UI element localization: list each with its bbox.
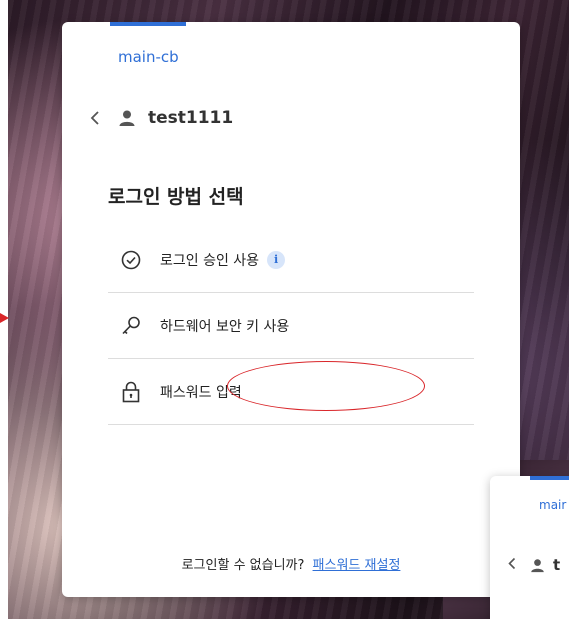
option-login-approval[interactable]: 로그인 승인 사용 i <box>108 227 474 293</box>
footer-text: 로그인할 수 없습니까? <box>181 558 305 573</box>
annotation-arrow-tip <box>0 313 9 323</box>
tenant-name: main-cb <box>118 48 179 66</box>
user-icon <box>531 558 544 572</box>
key-icon <box>120 315 142 337</box>
lock-icon <box>120 381 142 403</box>
option-label: 패스워드 입력 <box>160 384 242 401</box>
info-icon[interactable]: i <box>267 250 286 269</box>
username: t <box>553 556 561 574</box>
user-row: t <box>508 556 560 574</box>
reset-password-link[interactable]: 패스워드 재설정 <box>313 558 401 573</box>
back-chevron-icon[interactable] <box>508 556 516 574</box>
username: test1111 <box>148 108 234 128</box>
user-row: test1111 <box>84 107 233 129</box>
option-hardware-key[interactable]: 하드웨어 보안 키 사용 <box>108 293 474 359</box>
login-card: main-cb test1111 로그인 방법 선택 로그인 승인 사용 i 하… <box>62 22 520 597</box>
user-icon <box>119 110 135 126</box>
accent-bar <box>530 476 569 480</box>
page-title: 로그인 방법 선택 <box>108 186 244 208</box>
option-password[interactable]: 패스워드 입력 <box>108 359 474 425</box>
option-label: 하드웨어 보안 키 사용 <box>160 318 290 335</box>
back-chevron-icon[interactable] <box>84 107 106 129</box>
secondary-login-card: mair t <box>490 476 569 619</box>
check-circle-icon <box>120 249 142 271</box>
option-label: 로그인 승인 사용 <box>160 252 260 269</box>
login-method-list: 로그인 승인 사용 i 하드웨어 보안 키 사용 패스워드 입력 <box>108 227 474 425</box>
tenant-name: mair <box>539 498 567 512</box>
footer: 로그인할 수 없습니까? 패스워드 재설정 <box>62 554 520 573</box>
accent-bar <box>110 22 186 26</box>
